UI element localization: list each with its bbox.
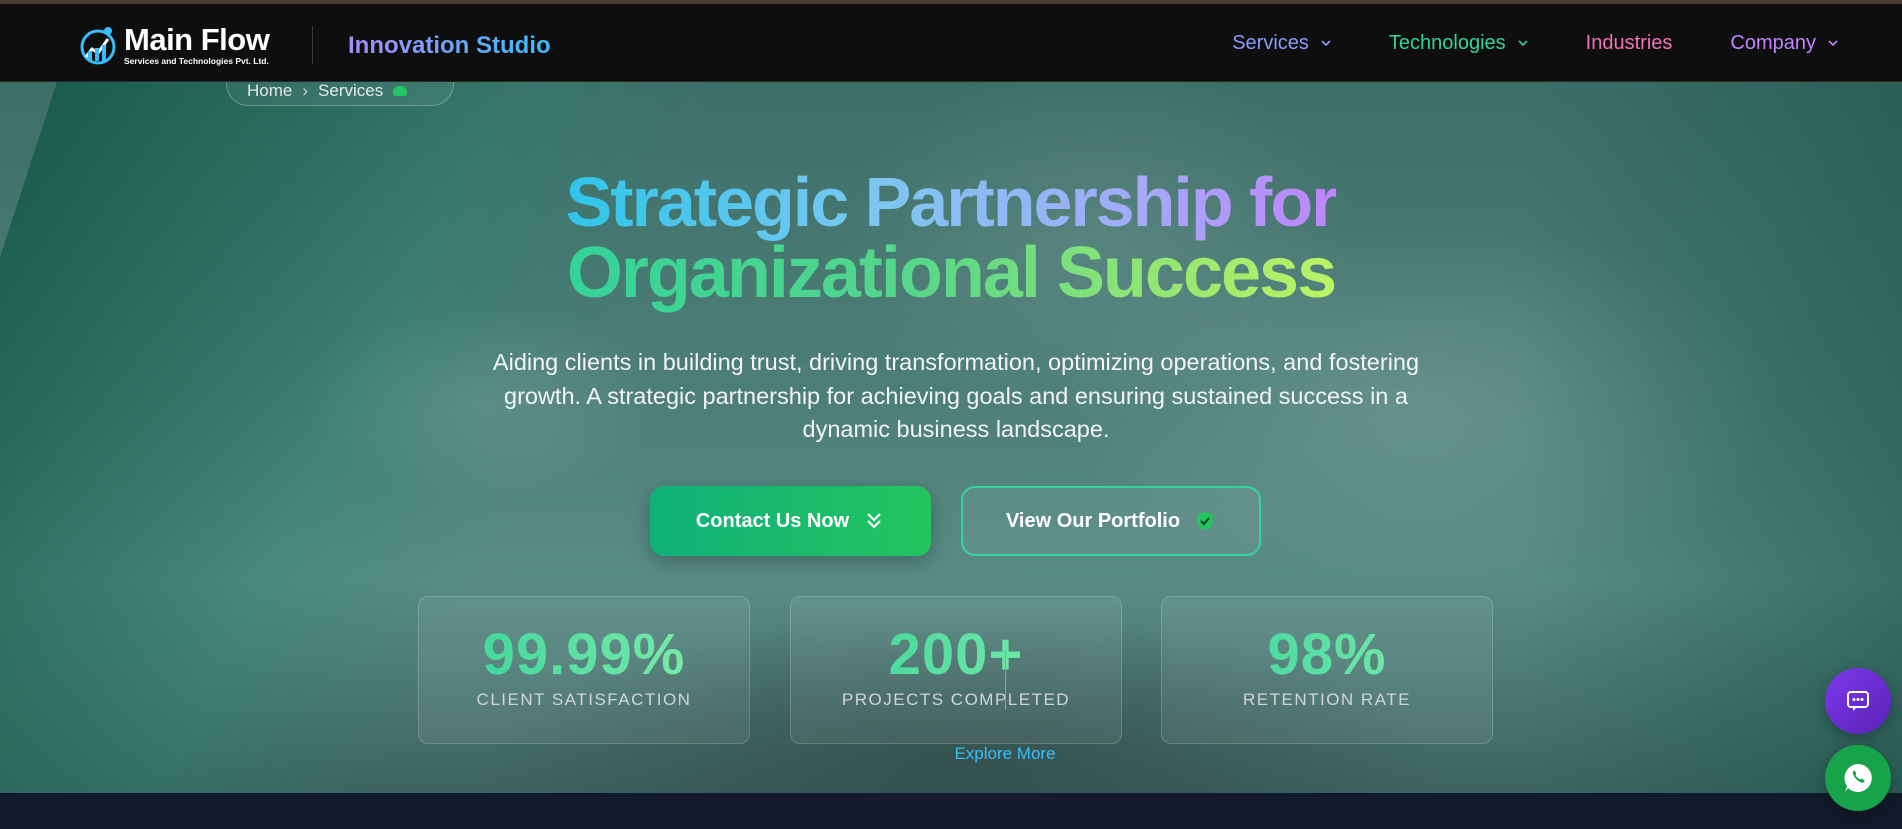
stat-card: 99.99% CLIENT SATISFACTION [418,596,750,744]
next-section-edge [0,793,1902,829]
explore-more-link[interactable]: Explore More [940,744,1070,764]
double-chevron-down-icon [867,513,881,529]
menu-item-industries[interactable]: Industries [1586,32,1673,55]
scroll-indicator-line [1005,650,1006,710]
chat-button[interactable] [1825,668,1891,734]
top-navbar: Main Flow Services and Technologies Pvt.… [0,4,1902,82]
hero-description: Aiding clients in building trust, drivin… [492,349,1420,442]
stat-label: CLIENT SATISFACTION [476,690,692,709]
breadcrumb: Home › Services [226,82,454,106]
breadcrumb-home[interactable]: Home [247,82,292,101]
brand-logo[interactable]: Main Flow Services and Technologies Pvt.… [74,20,284,70]
whatsapp-button[interactable] [1825,745,1891,811]
menu-item-label: Company [1730,31,1816,54]
menu-item-label: Industries [1585,31,1673,54]
breadcrumb-current: Services [318,82,384,100]
breadcrumb-separator: › [302,82,309,100]
stat-label: PROJECTS COMPLETED [841,690,1071,709]
menu-item-company[interactable]: Company [1730,32,1838,55]
stat-card: 98% RETENTION RATE [1161,596,1493,744]
contact-us-label: Contact Us Now [695,509,850,532]
view-portfolio-label: View Our Portfolio [1005,509,1181,532]
logo-mark-icon [80,27,116,65]
stat-value: 200+ [791,621,1121,688]
hero-headline-line2: Organizational Success [566,233,1337,313]
shield-check-icon [1197,512,1214,530]
stat-value: 98% [1162,621,1492,688]
menu-item-services[interactable]: Services [1232,32,1331,55]
brand-name: Main Flow [124,22,270,58]
stat-label: RETENTION RATE [1242,690,1412,709]
hero-section: Home › Services Strategic Partnership fo… [0,82,1902,793]
chevron-down-icon [1828,40,1838,47]
brand-subtitle: Services and Technologies Pvt. Ltd. [124,56,269,67]
view-portfolio-button[interactable]: View Our Portfolio [961,486,1261,556]
menu-item-label: Services [1232,31,1309,54]
chevron-down-icon [1321,40,1331,47]
stat-value: 99.99% [419,621,749,688]
whatsapp-icon [1844,764,1872,792]
breadcrumb-indicator-icon [393,86,408,96]
main-menu: Services Technologies Industries Company [1174,4,1838,82]
menu-item-technologies[interactable]: Technologies [1389,32,1528,55]
chevron-down-icon [1518,40,1528,47]
studio-label[interactable]: Innovation Studio [348,32,551,60]
stats-row: 99.99% CLIENT SATISFACTION 200+ PROJECTS… [418,596,1494,744]
contact-us-button[interactable]: Contact Us Now [650,486,931,556]
logo-text: Main Flow Services and Technologies Pvt.… [124,22,270,67]
nav-divider [312,26,313,64]
menu-item-label: Technologies [1388,31,1506,54]
stat-card: 200+ PROJECTS COMPLETED [790,596,1122,744]
hero-headline-line1: Strategic Partnership for [565,163,1339,241]
chat-bubble-icon [1847,691,1869,711]
